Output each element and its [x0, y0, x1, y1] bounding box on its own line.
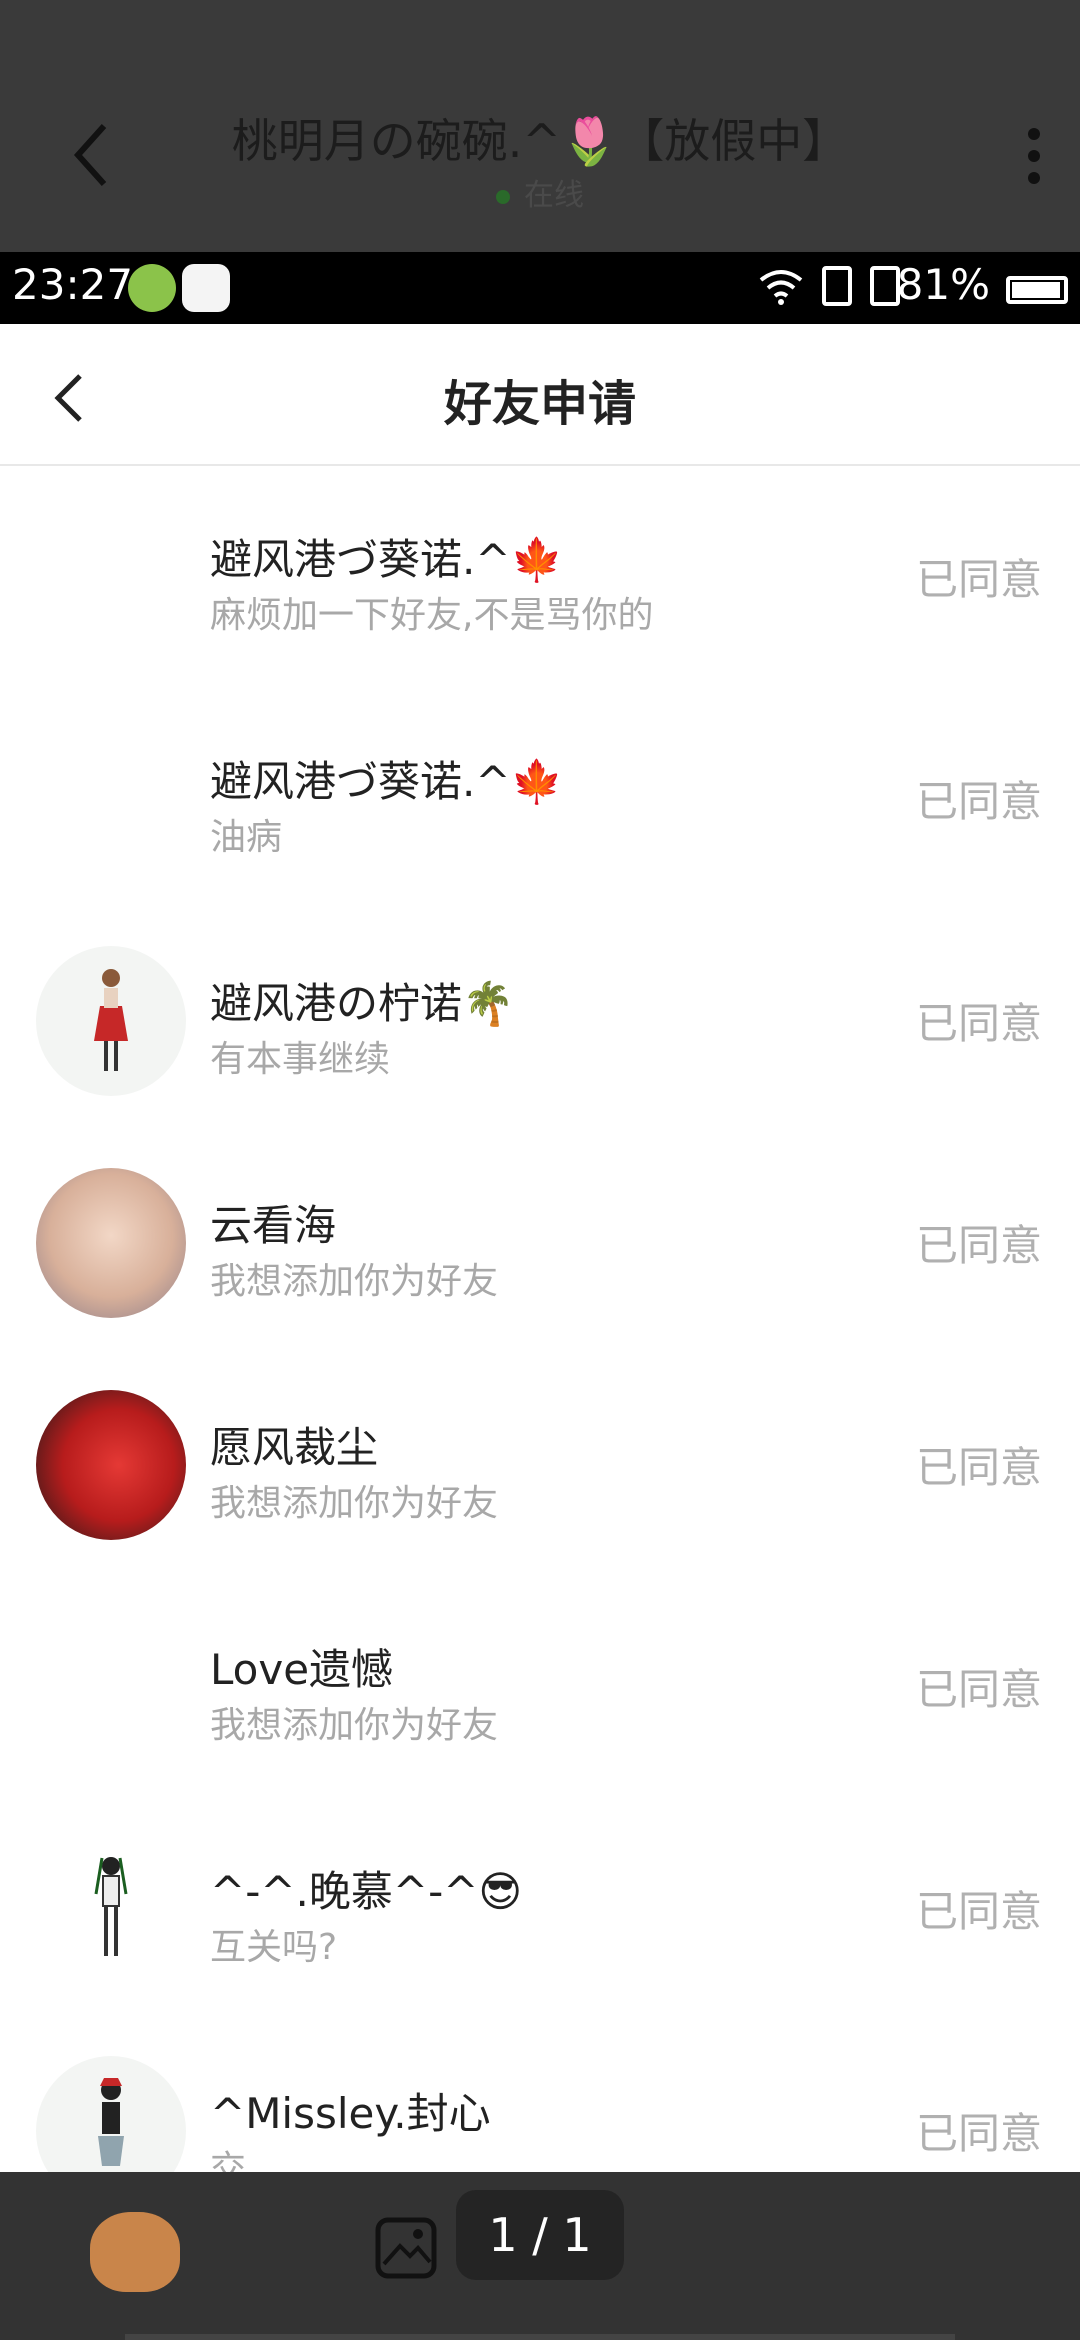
status-time: 23:27: [12, 260, 134, 309]
avatar[interactable]: [36, 1834, 186, 1984]
online-dot-icon: [496, 189, 510, 204]
avatar[interactable]: [36, 1612, 186, 1762]
app-notification-icon: [128, 264, 176, 312]
list-item[interactable]: 避风港づ葵诺.^🍁 油病 已同意: [0, 688, 1080, 910]
sim-card-icon-2: [870, 266, 900, 306]
list-item[interactable]: 避风港の柠诺🌴 有本事继续 已同意: [0, 910, 1080, 1132]
image-icon[interactable]: [374, 2216, 438, 2280]
request-status: 已同意: [915, 999, 1042, 1048]
wifi-icon: [759, 270, 803, 305]
page-title: 好友申请: [443, 376, 636, 432]
signal-icons: [758, 266, 900, 306]
request-status: 已同意: [915, 1443, 1042, 1492]
request-status: 已同意: [915, 1665, 1042, 1714]
request-message: 我想添加你为好友: [210, 1705, 499, 1746]
more-options-icon: [1028, 128, 1040, 194]
avatar[interactable]: [36, 2056, 186, 2172]
avatar[interactable]: [36, 946, 186, 1096]
list-item[interactable]: ^-^.晚慕^-^😎 互关吗? 已同意: [0, 1798, 1080, 2020]
requester-name: ^-^.晚慕^-^😎: [210, 1867, 523, 1916]
requester-name: 避风港づ葵诺.^🍁: [210, 535, 563, 584]
character-figure-icon: [94, 969, 128, 1071]
avatar[interactable]: [36, 1168, 186, 1318]
request-status: 已同意: [915, 1221, 1042, 1270]
request-status: 已同意: [915, 555, 1042, 604]
request-status: 已同意: [915, 1887, 1042, 1936]
list-item[interactable]: Love遗憾 我想添加你为好友 已同意: [0, 1576, 1080, 1798]
request-message: 互关吗?: [210, 1927, 338, 1968]
request-message: 油病: [210, 817, 283, 858]
emoji-face-icon[interactable]: [90, 2212, 180, 2292]
request-status: 已同意: [915, 777, 1042, 826]
avatar[interactable]: [36, 502, 186, 652]
background-chat-header: 桃明月の碗碗.^🌷【放假中】 在线: [0, 0, 1080, 252]
requester-name: 云看海: [210, 1201, 337, 1250]
requester-name: 愿风裁尘: [210, 1423, 379, 1472]
list-item[interactable]: 避风港づ葵诺.^🍁 麻烦加一下好友,不是骂你的 已同意: [0, 466, 1080, 688]
request-message: 麻烦加一下好友,不是骂你的: [210, 595, 654, 636]
requester-name: 避风港づ葵诺.^🍁: [210, 757, 563, 806]
list-item[interactable]: 云看海 我想添加你为好友 已同意: [0, 1132, 1080, 1354]
avatar[interactable]: [36, 724, 186, 874]
character-figure-icon: [98, 2078, 124, 2166]
chat-title: 桃明月の碗碗.^🌷【放假中】: [231, 114, 849, 168]
battery-percent: 81%: [896, 260, 990, 309]
requester-name: 避风港の柠诺🌴: [210, 979, 515, 1028]
request-message: 我想添加你为好友: [210, 1261, 499, 1302]
request-message: 我想添加你为好友: [210, 1483, 499, 1524]
sim-card-icon: [822, 266, 852, 306]
chat-presence: 在线: [0, 170, 1080, 214]
request-status: 已同意: [915, 2109, 1042, 2158]
divider: [125, 2334, 955, 2340]
request-message: 交: [210, 2149, 247, 2172]
battery-icon: [1006, 276, 1068, 304]
requester-name: Love遗憾: [210, 1645, 394, 1694]
list-item[interactable]: 愿风裁尘 我想添加你为好友 已同意: [0, 1354, 1080, 1576]
app-notification-icon-2: [182, 264, 230, 312]
friend-request-list: 避风港づ葵诺.^🍁 麻烦加一下好友,不是骂你的 已同意 避风港づ葵诺.^🍁 油病…: [0, 466, 1080, 2172]
page-indicator: 1 / 1: [456, 2190, 624, 2280]
status-bar: 23:27 81%: [0, 252, 1080, 324]
avatar[interactable]: [36, 1390, 186, 1540]
request-message: 有本事继续: [210, 1039, 391, 1080]
list-item[interactable]: ^Missley.封心 交 已同意: [0, 2020, 1080, 2172]
page-header: 好友申请: [0, 324, 1080, 466]
bottom-toolbar: 1 / 1: [0, 2172, 1080, 2340]
requester-name: ^Missley.封心: [210, 2089, 491, 2138]
character-figure-icon: [94, 1857, 128, 1956]
